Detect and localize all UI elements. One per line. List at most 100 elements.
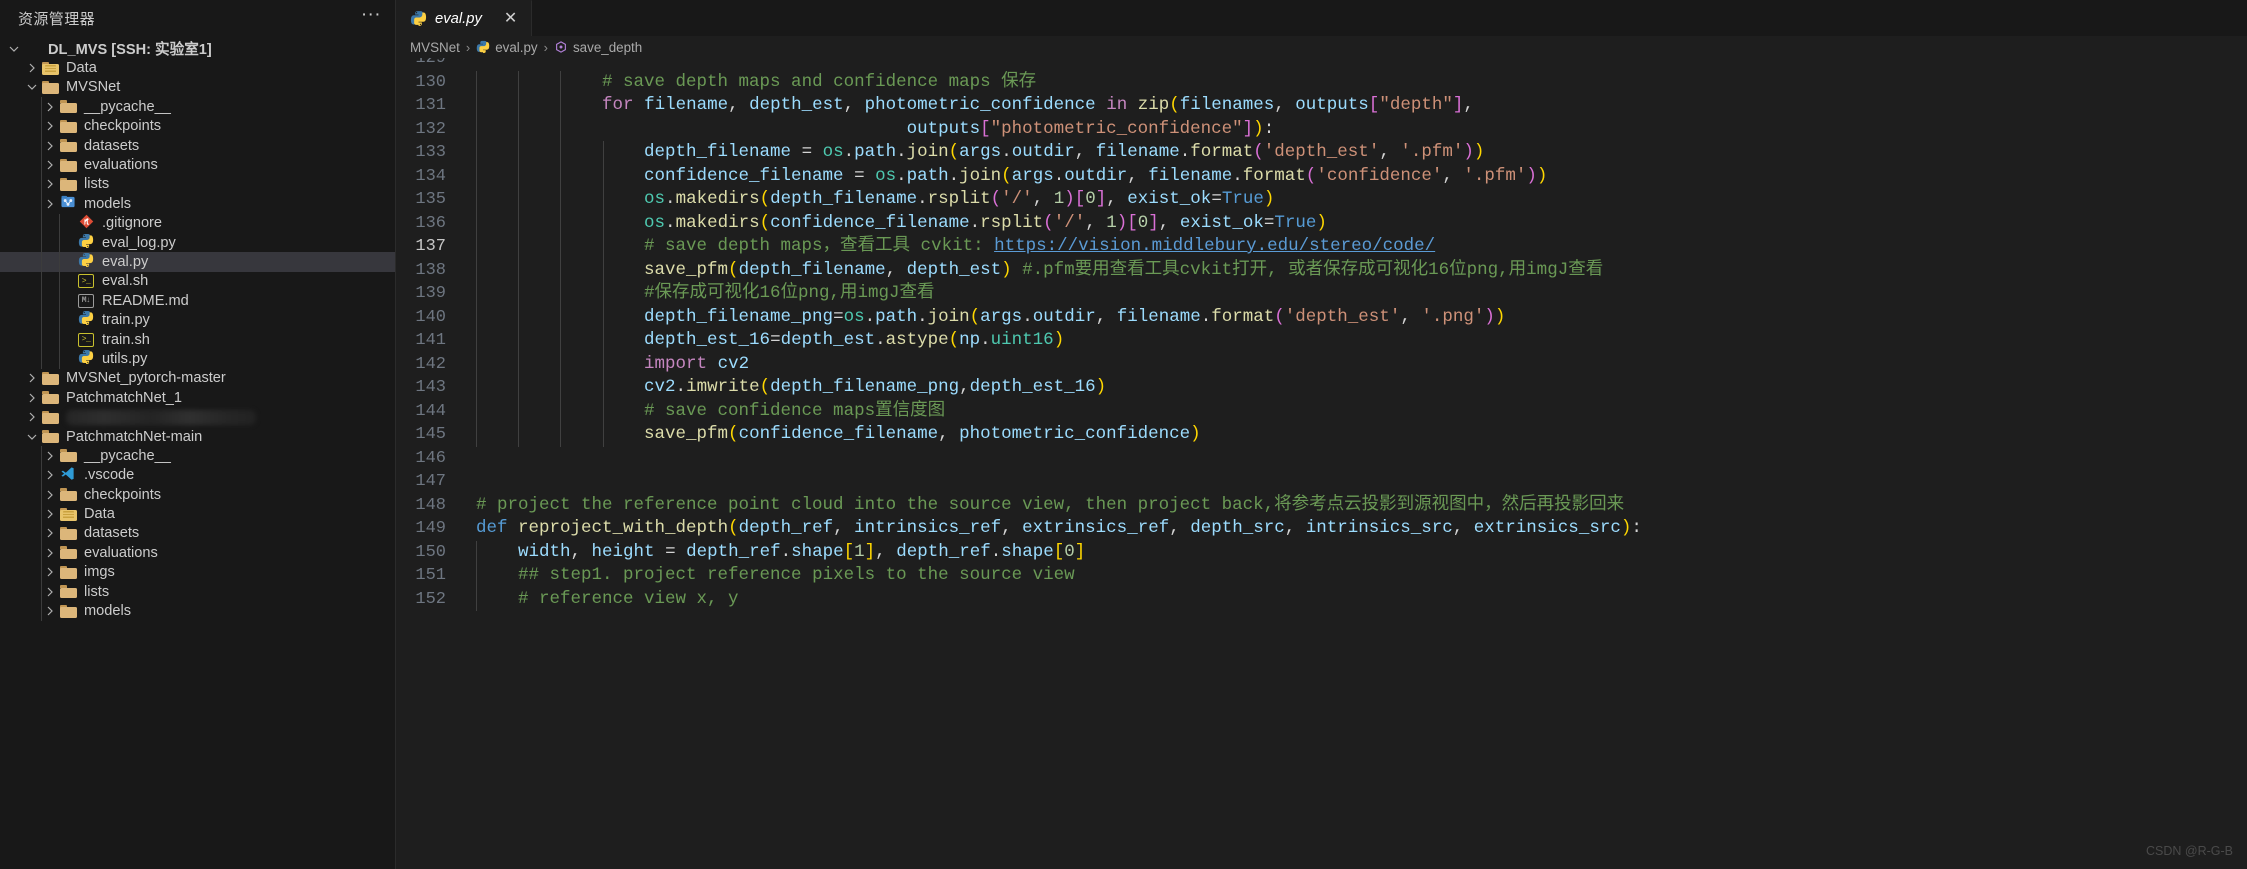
chevron-right-icon[interactable] (42, 603, 58, 619)
explorer-more-actions-icon[interactable]: ··· (361, 5, 381, 27)
tree-item-lists[interactable]: lists (0, 174, 395, 195)
code-line[interactable]: 138 save_pfm(depth_filename, depth_est) … (396, 258, 2247, 282)
indent-guide (518, 164, 520, 188)
item-icon: M↓ (76, 293, 96, 308)
folder-icon (59, 449, 77, 463)
tree-item-evaluations[interactable]: evaluations (0, 543, 395, 563)
code-line[interactable]: 146 (396, 447, 2247, 471)
tree-item-label (66, 409, 256, 425)
code-line[interactable]: 140 depth_filename_png=os.path.join(args… (396, 305, 2247, 329)
close-icon[interactable]: ✕ (504, 10, 517, 27)
indent-guide (41, 155, 42, 175)
file-tree[interactable]: DL_MVS [SSH: 实验室1] Data MVSNet __pycache__ c… (0, 36, 395, 869)
chevron-right-icon[interactable] (42, 157, 58, 173)
chevron-right-icon[interactable] (42, 99, 58, 115)
tree-item-pycache[interactable]: __pycache__ (0, 97, 395, 117)
code-line[interactable]: 135 os.makedirs(depth_filename.rsplit('/… (396, 188, 2247, 212)
code-line[interactable]: 129 (396, 58, 2247, 71)
tree-item-patchmatchnet-1[interactable]: PatchmatchNet_1 (0, 388, 395, 407)
tree-item-readme-md[interactable]: M↓ README.md (0, 291, 395, 311)
code-line[interactable]: 142 import cv2 (396, 352, 2247, 376)
chevron-right-icon[interactable] (42, 487, 58, 503)
code-line[interactable]: 133 depth_filename = os.path.join(args.o… (396, 141, 2247, 165)
code-token: '/' (1001, 189, 1033, 209)
chevron-down-icon[interactable] (6, 41, 22, 57)
code-editor[interactable]: 129 130 # save depth maps and confidence … (396, 58, 2247, 869)
code-line[interactable]: 143 cv2.imwrite(depth_filename_png,depth… (396, 376, 2247, 400)
tree-item-redacted[interactable] (0, 407, 395, 426)
breadcrumb-item-file[interactable]: eval.py (476, 40, 538, 55)
tree-item-checkpoints[interactable]: checkpoints (0, 484, 395, 505)
code-line[interactable]: 141 depth_est_16=depth_est.astype(np.uin… (396, 329, 2247, 353)
tree-item-mvsnet-pytorch-master[interactable]: MVSNet_pytorch-master (0, 369, 395, 388)
tree-item-data[interactable]: Data (0, 58, 395, 77)
tree-item-mvsnet[interactable]: MVSNet (0, 78, 395, 97)
indent-guide (41, 97, 42, 117)
code-line[interactable]: 132 outputs["photometric_confidence"]): (396, 117, 2247, 141)
code-token: [ (1368, 95, 1380, 115)
code-line[interactable]: 130 # save depth maps and confidence map… (396, 70, 2247, 94)
chevron-right-icon[interactable] (42, 584, 58, 600)
code-line[interactable]: 147 (396, 470, 2247, 494)
tree-item-patchmatchnet-main[interactable]: PatchmatchNet-main (0, 427, 395, 446)
tab-bar-empty-space (532, 0, 2247, 36)
code-token: makedirs (675, 212, 760, 233)
chevron-right-icon[interactable] (42, 506, 58, 522)
chevron-right-icon[interactable] (24, 390, 40, 406)
tree-item-utils-py[interactable]: utils.py (0, 349, 395, 369)
code-line[interactable]: 149 def reproject_with_depth(depth_ref, i… (396, 517, 2247, 541)
tree-item-train-py[interactable]: train.py (0, 310, 395, 330)
breadcrumb-item-folder[interactable]: MVSNet (410, 40, 460, 55)
chevron-right-icon[interactable] (24, 60, 40, 76)
tree-item-data[interactable]: Data (0, 504, 395, 524)
tree-item-datasets[interactable]: datasets (0, 523, 395, 544)
code-token: , (885, 259, 907, 280)
tree-item-label: checkpoints (84, 486, 162, 503)
code-token: '.png' (1421, 306, 1485, 327)
chevron-right-icon[interactable] (24, 370, 40, 386)
breadcrumb-item-symbol[interactable]: save_depth (554, 40, 642, 55)
tree-item-eval-sh[interactable]: >_ eval.sh (0, 271, 395, 292)
line-number: 138 (415, 260, 446, 280)
tree-item-lists[interactable]: lists (0, 581, 395, 602)
code-line[interactable]: 144 # save confidence maps置信度图 (396, 399, 2247, 423)
chevron-right-icon[interactable] (42, 467, 58, 483)
chevron-right-icon[interactable] (42, 176, 58, 192)
tree-item-evaluations[interactable]: evaluations (0, 155, 395, 175)
chevron-right-icon[interactable] (42, 448, 58, 464)
tree-item-gitignore[interactable]: .gitignore (0, 213, 395, 233)
tree-item-models[interactable]: models (0, 601, 395, 621)
tree-item-datasets[interactable]: datasets (0, 135, 395, 156)
chevron-right-icon[interactable] (42, 564, 58, 580)
chevron-right-icon[interactable] (42, 525, 58, 541)
tree-item-eval-log-py[interactable]: eval_log.py (0, 232, 395, 253)
indent-guide (602, 164, 604, 188)
chevron-right-icon[interactable] (24, 409, 40, 425)
code-line[interactable]: 139 #保存成可视化16位png,用imgJ查看 (396, 282, 2247, 306)
tree-item-pycache[interactable]: __pycache__ (0, 446, 395, 466)
tree-item-dl-mvs-ssh-1[interactable]: DL_MVS [SSH: 实验室1] (0, 39, 395, 58)
chevron-right-icon[interactable] (42, 118, 58, 134)
tree-item-train-sh[interactable]: >_ train.sh (0, 329, 395, 350)
tab-eval-py[interactable]: eval.py ✕ (396, 0, 533, 36)
code-line[interactable]: 151 ## step1. project reference pixels t… (396, 564, 2247, 588)
chevron-right-icon[interactable] (42, 545, 58, 561)
chevron-right-icon[interactable] (42, 138, 58, 154)
chevron-down-icon[interactable] (24, 79, 40, 95)
chevron-down-icon[interactable] (24, 429, 40, 445)
code-line[interactable]: 148 # project the reference point cloud i… (396, 494, 2247, 518)
code-line[interactable]: 150 width, height = depth_ref.shape[1], … (396, 540, 2247, 564)
tree-item-models[interactable]: models (0, 194, 395, 214)
tree-item-checkpoints[interactable]: checkpoints (0, 116, 395, 136)
code-link[interactable]: https://vision.middlebury.edu/stereo/cod… (994, 236, 1435, 256)
code-line[interactable]: 145 save_pfm(confidence_filename, photom… (396, 423, 2247, 447)
tree-item-imgs[interactable]: imgs (0, 562, 395, 582)
code-line[interactable]: 152 # reference view x, y (396, 587, 2247, 611)
code-line[interactable]: 136 os.makedirs(confidence_filename.rspl… (396, 211, 2247, 235)
code-line[interactable]: 137 # save depth maps，查看工具 cvkit: https:… (396, 235, 2247, 259)
tree-item-eval-py[interactable]: eval.py (0, 252, 395, 272)
code-line[interactable]: 134 confidence_filename = os.path.join(a… (396, 164, 2247, 188)
chevron-right-icon[interactable] (42, 196, 58, 212)
tree-item-vscode[interactable]: .vscode (0, 465, 395, 485)
code-line[interactable]: 131 for filename, depth_est, photometric… (396, 94, 2247, 118)
